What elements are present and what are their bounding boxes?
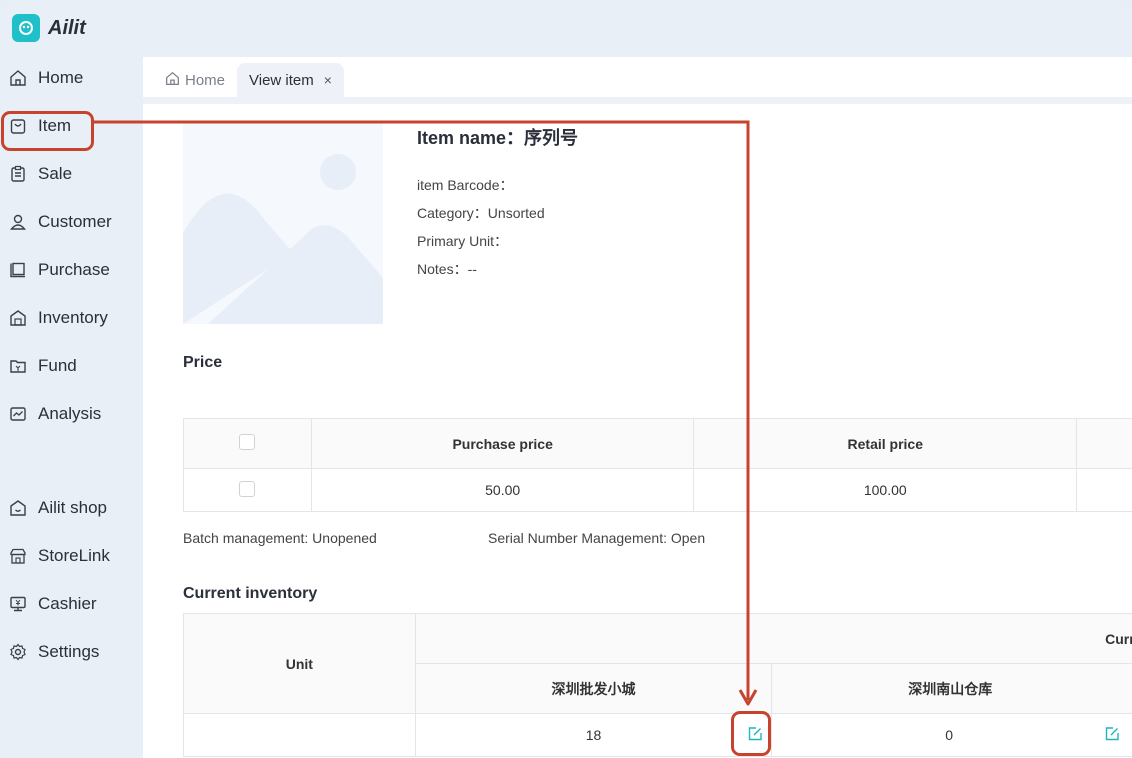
app-window: Ailit Home Item Sale Customer Purchase I… — [0, 0, 1132, 758]
annotation-arrow — [94, 120, 758, 706]
